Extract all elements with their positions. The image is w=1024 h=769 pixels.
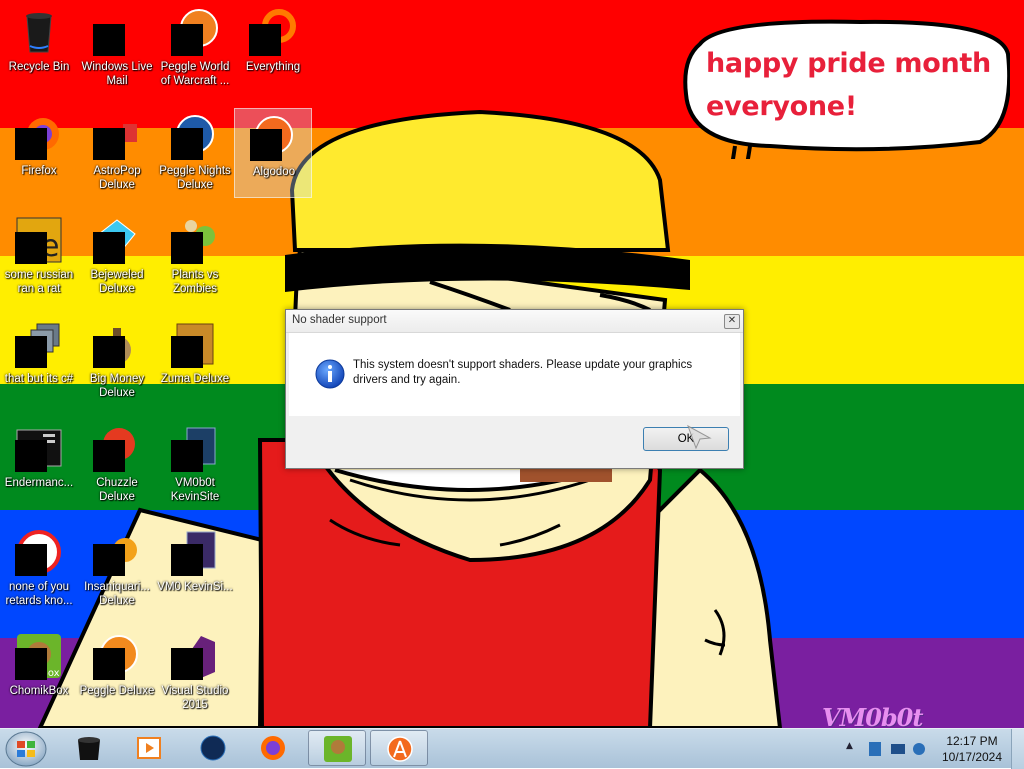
desktop-icon-insaniquarium[interactable]: Insaniquari... Deluxe <box>78 524 156 614</box>
network-icon[interactable] <box>890 741 906 757</box>
desktop-icon-chuzzle[interactable]: Chuzzle Deluxe <box>78 420 156 510</box>
desktop-icon-peggle-nights[interactable]: Peggle Nights Deluxe <box>156 108 234 198</box>
desktop-icon-firefox[interactable]: Firefox <box>0 108 78 198</box>
desktop-icon-bejeweled[interactable]: Bejeweled Deluxe <box>78 212 156 302</box>
close-button[interactable]: ✕ <box>724 314 740 329</box>
windows-start-orb[interactable] <box>4 730 48 768</box>
desktop-icon-label: AstroPop Deluxe <box>93 165 141 191</box>
desktop-icon-label: Big Money Deluxe <box>89 373 145 399</box>
desktop-icon-label: that but its c# <box>4 373 74 385</box>
taskbar-item-pinned-app[interactable] <box>60 730 118 766</box>
desktop-icon-label: Recycle Bin <box>8 61 70 73</box>
dialog-message: This system doesn't support shaders. Ple… <box>353 359 693 386</box>
taskbar-item-chomikbox[interactable] <box>308 730 366 766</box>
desktop-icon-vm0-kevinsite[interactable]: VM0 KevinSi... <box>156 524 234 614</box>
taskbar-item-media-player[interactable] <box>120 730 178 766</box>
dialog-body: This system doesn't support shaders. Ple… <box>289 333 740 416</box>
information-icon <box>315 359 345 389</box>
desktop-icon-vm0b0t-kevinsite[interactable]: VM0b0t KevinSite <box>156 420 234 510</box>
taskbar-item-globe[interactable] <box>184 730 242 766</box>
tray-overflow-button[interactable]: ▲ <box>846 741 853 751</box>
algodoo-icon <box>387 736 413 762</box>
chomikbox-icon <box>324 736 352 762</box>
dialog-titlebar[interactable]: No shader support ✕ <box>286 310 743 333</box>
clock-time[interactable]: 12:17 PM <box>928 734 1016 748</box>
desktop-icon-chomikbox[interactable]: Box ChomikBox <box>0 628 78 718</box>
message-dialog: No shader support ✕ This system doesn't … <box>285 309 744 469</box>
show-desktop-button[interactable] <box>1011 729 1024 769</box>
desktop-icon-label: Endermanc... <box>4 477 74 489</box>
desktop-icon-big-money[interactable]: Big Money Deluxe <box>78 316 156 406</box>
desktop-icon-endermanch[interactable]: Endermanc... <box>0 420 78 510</box>
taskbar-item-firefox[interactable] <box>244 730 302 766</box>
firefox-icon <box>261 736 285 760</box>
desktop-icon-label: Zuma Deluxe <box>160 373 230 385</box>
desktop-icon-label: Insaniquari... Deluxe <box>84 581 150 607</box>
speech-bubble-text: happy pride month everyone! <box>706 48 991 122</box>
desktop-icon-windows-live-mail[interactable]: Windows Live Mail <box>78 4 156 94</box>
desktop-icon-everything[interactable]: Everything <box>234 4 312 94</box>
desktop-icon-peggle[interactable]: Peggle Deluxe <box>78 628 156 718</box>
taskbar-item-algodoo[interactable] <box>370 730 428 766</box>
desktop-icon-label: Peggle Nights Deluxe <box>159 165 231 191</box>
desktop-icon-label: Bejeweled Deluxe <box>90 269 144 295</box>
desktop-icon-label: Everything <box>245 61 301 73</box>
desktop-icon-visual-studio[interactable]: Visual Studio 2015 <box>156 628 234 718</box>
desktop-icon-zuma[interactable]: Zuma Deluxe <box>156 316 234 406</box>
desktop-icon-label: VM0b0t KevinSite <box>170 477 220 503</box>
system-tray: ▲ 12:17 PM 10/17/2024 <box>840 729 1024 769</box>
desktop-icon-label: Visual Studio 2015 <box>161 685 229 711</box>
desktop-icon-some-russian-ran-a-rat[interactable]: e some russian ran a rat <box>0 212 78 302</box>
clock-date[interactable]: 10/17/2024 <box>928 750 1016 764</box>
desktop-icon-label: ChomikBox <box>9 685 69 697</box>
desktop-icon-label: none of you retards kno... <box>5 581 73 607</box>
desktop-icon-label: some russian ran a rat <box>4 269 74 295</box>
desktop-icon-peggle-wow[interactable]: Peggle World of Warcraft ... <box>156 4 234 94</box>
desktop-icon-astropop[interactable]: AstroPop Deluxe <box>78 108 156 198</box>
desktop-icon-label: Plants vs Zombies <box>171 269 219 295</box>
desktop-icon-label: Chuzzle Deluxe <box>96 477 138 503</box>
close-icon: ✕ <box>727 315 737 326</box>
desktop-icon-label: Peggle Deluxe <box>79 685 155 697</box>
desktop-icon-that-but-its-csharp[interactable]: that but its c# <box>0 316 78 406</box>
windows-live-mail-icon <box>93 24 125 56</box>
mouse-cursor-icon <box>687 424 712 450</box>
taskbar: ▲ 12:17 PM 10/17/2024 <box>0 728 1024 769</box>
desktop-icon-none-of-you-retards-know[interactable]: none of you retards kno... <box>0 524 78 614</box>
desktop-icon-algodoo[interactable]: Algodoo <box>234 108 312 198</box>
desktop-icon-recycle-bin[interactable]: Recycle Bin <box>0 4 78 94</box>
desktop-icon-label: Firefox <box>21 165 57 177</box>
desktop-icon-plants-vs-zombies[interactable]: Plants vs Zombies <box>156 212 234 302</box>
desktop-icon-label: Algodoo <box>252 166 296 178</box>
tray-app-icon[interactable] <box>868 741 882 757</box>
dialog-title: No shader support <box>292 314 387 326</box>
media-player-icon <box>137 737 161 759</box>
globe-icon <box>200 735 226 761</box>
desktop-icon-label: Windows Live Mail <box>81 61 153 87</box>
desktop-icon-label: Peggle World of Warcraft ... <box>160 61 230 87</box>
volume-icon[interactable] <box>912 741 926 757</box>
recycle-bin-icon <box>26 13 52 53</box>
pinned-app-black-icon <box>78 737 100 760</box>
desktop-icon-label: VM0 KevinSi... <box>157 581 233 593</box>
